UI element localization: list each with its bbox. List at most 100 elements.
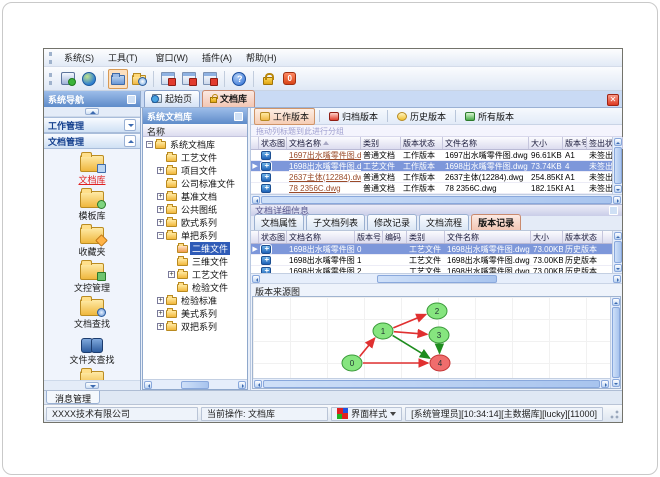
menubar-grip[interactable] bbox=[49, 51, 54, 64]
tree-item-工艺文件[interactable]: + 工艺文件 bbox=[143, 268, 247, 281]
tree-expander[interactable]: + bbox=[157, 310, 164, 317]
version-node-0[interactable]: 0 bbox=[341, 354, 363, 372]
toolbar-grip[interactable] bbox=[49, 72, 54, 85]
tree-item-检验标准[interactable]: + 检验标准 bbox=[143, 294, 247, 307]
version-node-1[interactable]: 1 bbox=[372, 322, 394, 340]
tree-item-双把系列[interactable]: + 双把系列 bbox=[143, 320, 247, 333]
chevron-up-icon[interactable] bbox=[85, 108, 99, 115]
tree-item-公共图纸[interactable]: + 公共图纸 bbox=[143, 203, 247, 216]
tree-expander[interactable]: + bbox=[168, 271, 175, 278]
scroll-up-button[interactable] bbox=[611, 298, 620, 306]
tab-文档库[interactable]: 文档库 bbox=[202, 90, 256, 107]
pin-icon[interactable] bbox=[234, 111, 243, 121]
version-node-3[interactable]: 3 bbox=[428, 326, 450, 344]
tree-item-项目文件[interactable]: + 项目文件 bbox=[143, 164, 247, 177]
tree-item-工艺文件[interactable]: 工艺文件 bbox=[143, 151, 247, 164]
menu-item-3[interactable]: 插件(A) bbox=[195, 51, 239, 65]
window-cascade-button[interactable] bbox=[179, 69, 199, 89]
status-icon-cell[interactable] bbox=[259, 150, 287, 160]
tree-item-单把系列[interactable]: − 单把系列 bbox=[143, 229, 247, 242]
chevron-down-icon[interactable] bbox=[124, 119, 136, 131]
sidebar-item-文档查找[interactable]: 文档查找 bbox=[49, 296, 135, 333]
chevron-up-icon[interactable] bbox=[124, 135, 136, 147]
tree-item-基准文档[interactable]: + 基准文档 bbox=[143, 190, 247, 203]
grid-vscrollbar[interactable] bbox=[612, 231, 622, 273]
document-library-button[interactable] bbox=[108, 68, 128, 89]
scroll-down-button[interactable] bbox=[611, 379, 620, 387]
tree-expander[interactable]: + bbox=[157, 297, 164, 304]
column-header-文件名称[interactable]: 文件名称 bbox=[443, 137, 529, 149]
table-row[interactable]: 2637主体(12284).dwg普通文档工作版本2637主体(12284).d… bbox=[251, 172, 613, 183]
button-归档版本[interactable]: 归档版本 bbox=[324, 109, 383, 124]
column-header-状态图[interactable]: 状态图 bbox=[259, 231, 287, 243]
tab-修改记录[interactable]: 修改记录 bbox=[367, 214, 418, 230]
scroll-up-button[interactable] bbox=[613, 138, 622, 146]
ui-style-button[interactable]: 界面样式 bbox=[331, 406, 403, 421]
menu-item-1[interactable]: 工具(T) bbox=[101, 51, 145, 65]
button-所有版本[interactable]: 所有版本 bbox=[460, 109, 519, 124]
scroll-left-button[interactable] bbox=[254, 379, 262, 388]
resize-grip[interactable] bbox=[608, 407, 620, 420]
globe-button[interactable] bbox=[79, 69, 99, 89]
scroll-left-button[interactable] bbox=[252, 195, 260, 204]
tab-起始页[interactable]: 起始页 bbox=[144, 90, 201, 107]
column-header-编码[interactable]: 编码 bbox=[383, 231, 407, 243]
status-icon-cell[interactable] bbox=[259, 172, 287, 182]
tree-expander[interactable]: + bbox=[157, 193, 164, 200]
tree-item-公司标准文件[interactable]: 公司标准文件 bbox=[143, 177, 247, 190]
tree-item-三维文件[interactable]: 三维文件 bbox=[143, 255, 247, 268]
exit-button[interactable] bbox=[279, 69, 299, 89]
scroll-thumb[interactable] bbox=[611, 307, 620, 378]
scroll-thumb[interactable] bbox=[613, 241, 622, 263]
status-icon-cell[interactable] bbox=[259, 244, 287, 254]
workspace-button[interactable] bbox=[58, 69, 78, 89]
scroll-left-button[interactable] bbox=[252, 274, 260, 283]
scroll-thumb[interactable] bbox=[613, 147, 622, 184]
column-header-文档名称[interactable]: 文档名称 bbox=[287, 137, 361, 149]
tree-column-header[interactable]: 名称 bbox=[143, 124, 247, 137]
column-header-状态图[interactable]: 状态图 bbox=[259, 137, 287, 149]
tree-hscrollbar[interactable] bbox=[143, 379, 247, 389]
scroll-left-button[interactable] bbox=[144, 380, 152, 389]
folder-history-button[interactable] bbox=[129, 69, 149, 89]
version-node-2[interactable]: 2 bbox=[426, 302, 448, 320]
table-row[interactable]: ▶1698出水嘴零件图.dwg工艺文件工作版本1698出水嘴零件图.dwg73.… bbox=[251, 161, 613, 172]
scroll-thumb[interactable] bbox=[181, 380, 209, 389]
tree-item-美式系列[interactable]: + 美式系列 bbox=[143, 307, 247, 320]
grid-hscrollbar[interactable] bbox=[251, 273, 622, 283]
chevron-down-icon[interactable] bbox=[85, 382, 99, 389]
column-header-版本状态[interactable]: 版本状态 bbox=[401, 137, 443, 149]
graph-vscrollbar[interactable] bbox=[610, 297, 620, 388]
tree-expander[interactable]: + bbox=[157, 167, 164, 174]
tab-文档流程[interactable]: 文档流程 bbox=[419, 214, 470, 230]
status-icon-cell[interactable] bbox=[259, 266, 287, 273]
column-header-类别[interactable]: 类别 bbox=[361, 137, 401, 149]
sidebar-item-收藏夹[interactable]: 收藏夹 bbox=[49, 224, 135, 261]
window-close-button[interactable] bbox=[200, 69, 220, 89]
column-header-文件名称[interactable]: 文件名称 bbox=[445, 231, 531, 243]
grid-hscrollbar[interactable] bbox=[251, 194, 622, 204]
sidebar-item-签出的文档[interactable]: 签出的文档 bbox=[49, 368, 135, 380]
sidebar-item-模板库[interactable]: 模板库 bbox=[49, 188, 135, 225]
button-工作版本[interactable]: 工作版本 bbox=[254, 107, 316, 125]
tree-item-二维文件[interactable]: 二维文件 bbox=[143, 242, 247, 255]
column-header-版本号[interactable]: 版本号 bbox=[563, 137, 587, 149]
scroll-down-button[interactable] bbox=[613, 264, 622, 272]
scroll-up-button[interactable] bbox=[613, 232, 622, 240]
table-row[interactable]: ▶1698出水嘴零件图.dwg0工艺文件1698出水嘴零件图.dwg73.00K… bbox=[251, 244, 612, 255]
version-node-4[interactable]: 4 bbox=[429, 354, 451, 372]
table-row[interactable]: 78 2356C.dwg 普通文档工作版本 78 2356C.dwg 182.15KB… bbox=[251, 183, 613, 194]
table-row[interactable]: 1697出水嘴零件图.dwg普通文档工作版本1697出水嘴零件图.dwg96.6… bbox=[251, 150, 613, 161]
menu-item-4[interactable]: 帮助(H) bbox=[239, 51, 284, 65]
button-历史版本[interactable]: 历史版本 bbox=[392, 109, 451, 124]
column-header-版本号[interactable]: 版本号 bbox=[355, 231, 383, 243]
column-header-大小[interactable]: 大小 bbox=[529, 137, 563, 149]
scroll-thumb[interactable] bbox=[376, 274, 497, 283]
column-header-版本状态[interactable]: 版本状态 bbox=[563, 231, 603, 243]
tab-版本记录[interactable]: 版本记录 bbox=[471, 214, 522, 230]
table-row[interactable]: 1698出水嘴零件图.dwg2工艺文件1698出水嘴零件图.dwg73.00KB… bbox=[251, 266, 612, 273]
scroll-right-button[interactable] bbox=[613, 274, 621, 283]
tree-item-检验文件[interactable]: 检验文件 bbox=[143, 281, 247, 294]
status-icon-cell[interactable] bbox=[259, 183, 287, 193]
graph-hscrollbar[interactable] bbox=[253, 378, 610, 388]
